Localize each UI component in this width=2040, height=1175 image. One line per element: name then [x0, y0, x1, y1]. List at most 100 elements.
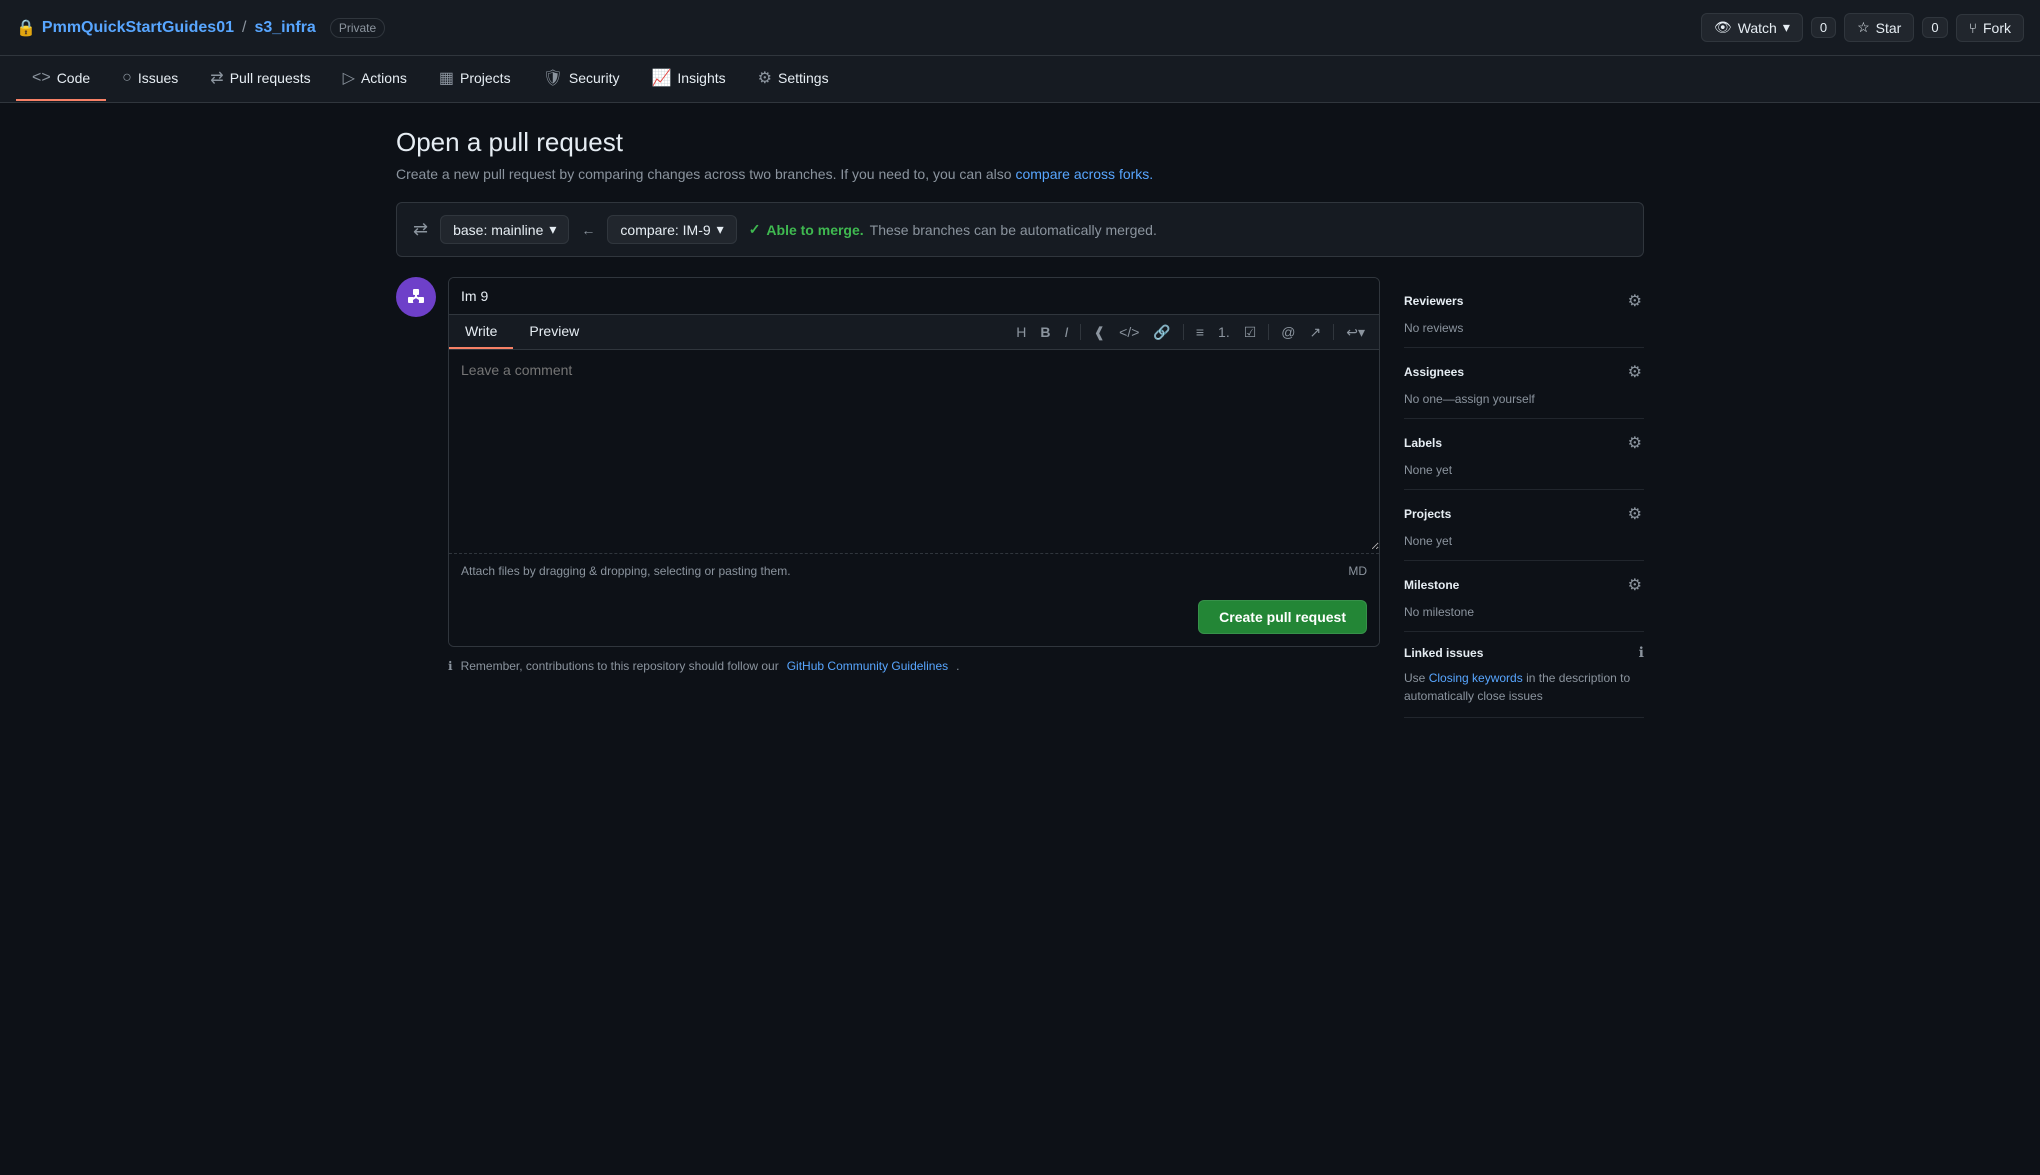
tab-insights[interactable]: 📈 Insights — [635, 56, 741, 102]
comment-textarea[interactable] — [449, 350, 1379, 550]
base-branch-label: base: mainline — [453, 222, 543, 238]
labels-gear-button[interactable]: ⚙ — [1626, 431, 1644, 455]
tab-projects-label: Projects — [460, 70, 511, 86]
info-bar: ℹ Remember, contributions to this reposi… — [448, 659, 1380, 673]
bold-button[interactable]: B — [1034, 321, 1056, 343]
merge-status-bold: Able to merge. — [766, 222, 863, 238]
lock-icon: 🔒 — [16, 18, 36, 38]
editor-toolbar: H B I ❰ </> 🔗 ≡ 1. ☑ @ — [1002, 317, 1379, 347]
pr-editor: Write Preview H B I ❰ </> 🔗 ≡ — [448, 277, 1380, 673]
sidebar-milestone-title: Milestone — [1404, 578, 1459, 592]
sidebar-projects-title: Projects — [1404, 507, 1451, 521]
star-label: Star — [1876, 20, 1902, 36]
subtitle-text: Create a new pull request by comparing c… — [396, 166, 1012, 182]
italic-button[interactable]: I — [1059, 321, 1075, 343]
arrow-icon: ← — [581, 222, 595, 238]
sidebar-reviewers-header: Reviewers ⚙ — [1404, 289, 1644, 313]
compare-forks-link[interactable]: compare across forks. — [1015, 166, 1153, 182]
attach-bar: Attach files by dragging & dropping, sel… — [449, 553, 1379, 588]
code-button[interactable]: </> — [1113, 321, 1145, 343]
task-list-button[interactable]: ☑ — [1238, 321, 1263, 343]
toolbar-separator-4 — [1333, 324, 1334, 340]
watch-button[interactable]: 👁 Watch ▾ — [1701, 13, 1803, 42]
repo-owner[interactable]: PmmQuickStartGuides01 — [42, 19, 234, 37]
sidebar-assignees: Assignees ⚙ No one—assign yourself — [1404, 348, 1644, 419]
tab-actions-label: Actions — [361, 70, 407, 86]
sidebar-linked-issues: Linked issues ℹ Use Closing keywords in … — [1404, 632, 1644, 718]
repo-name[interactable]: s3_infra — [254, 19, 315, 37]
assignees-gear-button[interactable]: ⚙ — [1626, 360, 1644, 384]
linked-issues-description: Use Closing keywords in the description … — [1404, 669, 1644, 705]
submit-row: Create pull request — [449, 588, 1379, 646]
compare-branch-label: compare: IM-9 — [620, 222, 710, 238]
compare-branch-select[interactable]: compare: IM-9 ▾ — [607, 215, 736, 244]
star-icon: ☆ — [1857, 19, 1870, 36]
info-period: . — [956, 659, 959, 673]
sidebar-assignees-value: No one—assign yourself — [1404, 392, 1644, 406]
tab-security-label: Security — [569, 70, 620, 86]
page-title: Open a pull request — [396, 127, 1644, 158]
merge-status-text: These branches can be automatically merg… — [870, 222, 1157, 238]
pull-requests-icon: ⇄ — [210, 68, 223, 88]
base-branch-select[interactable]: base: mainline ▾ — [440, 215, 569, 244]
tab-issues[interactable]: ○ Issues — [106, 57, 194, 101]
toolbar-separator — [1080, 324, 1081, 340]
milestone-gear-button[interactable]: ⚙ — [1626, 573, 1644, 597]
md-label: MD — [1348, 564, 1367, 578]
sidebar-projects: Projects ⚙ None yet — [1404, 490, 1644, 561]
repo-separator: / — [242, 19, 246, 37]
star-button[interactable]: ☆ Star — [1844, 13, 1914, 42]
bullet-list-button[interactable]: ≡ — [1190, 321, 1210, 343]
tab-pull-requests[interactable]: ⇄ Pull requests — [194, 56, 326, 102]
closing-keywords-link[interactable]: Closing keywords — [1429, 671, 1523, 685]
chevron-down-icon: ▾ — [549, 221, 556, 238]
tab-security[interactable]: 🛡 Security — [527, 56, 636, 102]
link-button[interactable]: 🔗 — [1147, 321, 1176, 343]
watch-count: 0 — [1811, 17, 1836, 38]
reviewers-gear-button[interactable]: ⚙ — [1626, 289, 1644, 313]
preview-tab[interactable]: Preview — [513, 315, 595, 349]
tab-settings-label: Settings — [778, 70, 829, 86]
fork-button[interactable]: ⑂ Fork — [1956, 14, 2024, 42]
write-tab[interactable]: Write — [449, 315, 513, 349]
info-circle-icon: ℹ — [1639, 644, 1644, 661]
reference-button[interactable]: ↗ — [1304, 321, 1328, 343]
projects-gear-button[interactable]: ⚙ — [1626, 502, 1644, 526]
editor-tab-group: Write Preview — [449, 315, 595, 349]
pr-title-input[interactable] — [449, 278, 1379, 315]
insights-icon: 📈 — [651, 68, 671, 88]
undo-button[interactable]: ↩▾ — [1340, 321, 1371, 343]
tab-projects[interactable]: ▦ Projects — [423, 56, 527, 102]
issues-icon: ○ — [122, 69, 132, 87]
mention-button[interactable]: @ — [1275, 321, 1301, 343]
sidebar-milestone: Milestone ⚙ No milestone — [1404, 561, 1644, 632]
main-content: Open a pull request Create a new pull re… — [380, 103, 1660, 742]
swap-branches-icon[interactable]: ⇄ — [413, 219, 428, 240]
quote-button[interactable]: ❰ — [1087, 321, 1111, 343]
tab-code-label: Code — [57, 70, 90, 86]
sidebar-milestone-header: Milestone ⚙ — [1404, 573, 1644, 597]
tab-actions[interactable]: ▷ Actions — [327, 56, 423, 102]
star-count: 0 — [1922, 17, 1947, 38]
sidebar-linked-issues-header: Linked issues ℹ — [1404, 644, 1644, 661]
sidebar-milestone-value: No milestone — [1404, 605, 1644, 619]
sidebar-reviewers-value: No reviews — [1404, 321, 1644, 335]
code-icon: <> — [32, 69, 51, 87]
toolbar-separator-2 — [1183, 324, 1184, 340]
pr-sidebar: Reviewers ⚙ No reviews Assignees ⚙ No on… — [1404, 277, 1644, 718]
private-badge: Private — [330, 18, 385, 38]
heading-button[interactable]: H — [1010, 321, 1032, 343]
avatar — [396, 277, 436, 317]
chevron-down-icon: ▾ — [717, 221, 724, 238]
sidebar-labels-value: None yet — [1404, 463, 1644, 477]
sidebar-projects-value: None yet — [1404, 534, 1644, 548]
pr-form-body: Write Preview H B I ❰ </> 🔗 ≡ — [448, 277, 1380, 647]
fork-label: Fork — [1983, 20, 2011, 36]
community-guidelines-link[interactable]: GitHub Community Guidelines — [787, 659, 948, 673]
sidebar-assignees-title: Assignees — [1404, 365, 1464, 379]
tab-settings[interactable]: ⚙ Settings — [742, 56, 845, 102]
tab-code[interactable]: <> Code — [16, 57, 106, 101]
create-pull-request-button[interactable]: Create pull request — [1198, 600, 1367, 634]
numbered-list-button[interactable]: 1. — [1212, 321, 1236, 343]
top-header: 🔒 PmmQuickStartGuides01 / s3_infra Priva… — [0, 0, 2040, 56]
